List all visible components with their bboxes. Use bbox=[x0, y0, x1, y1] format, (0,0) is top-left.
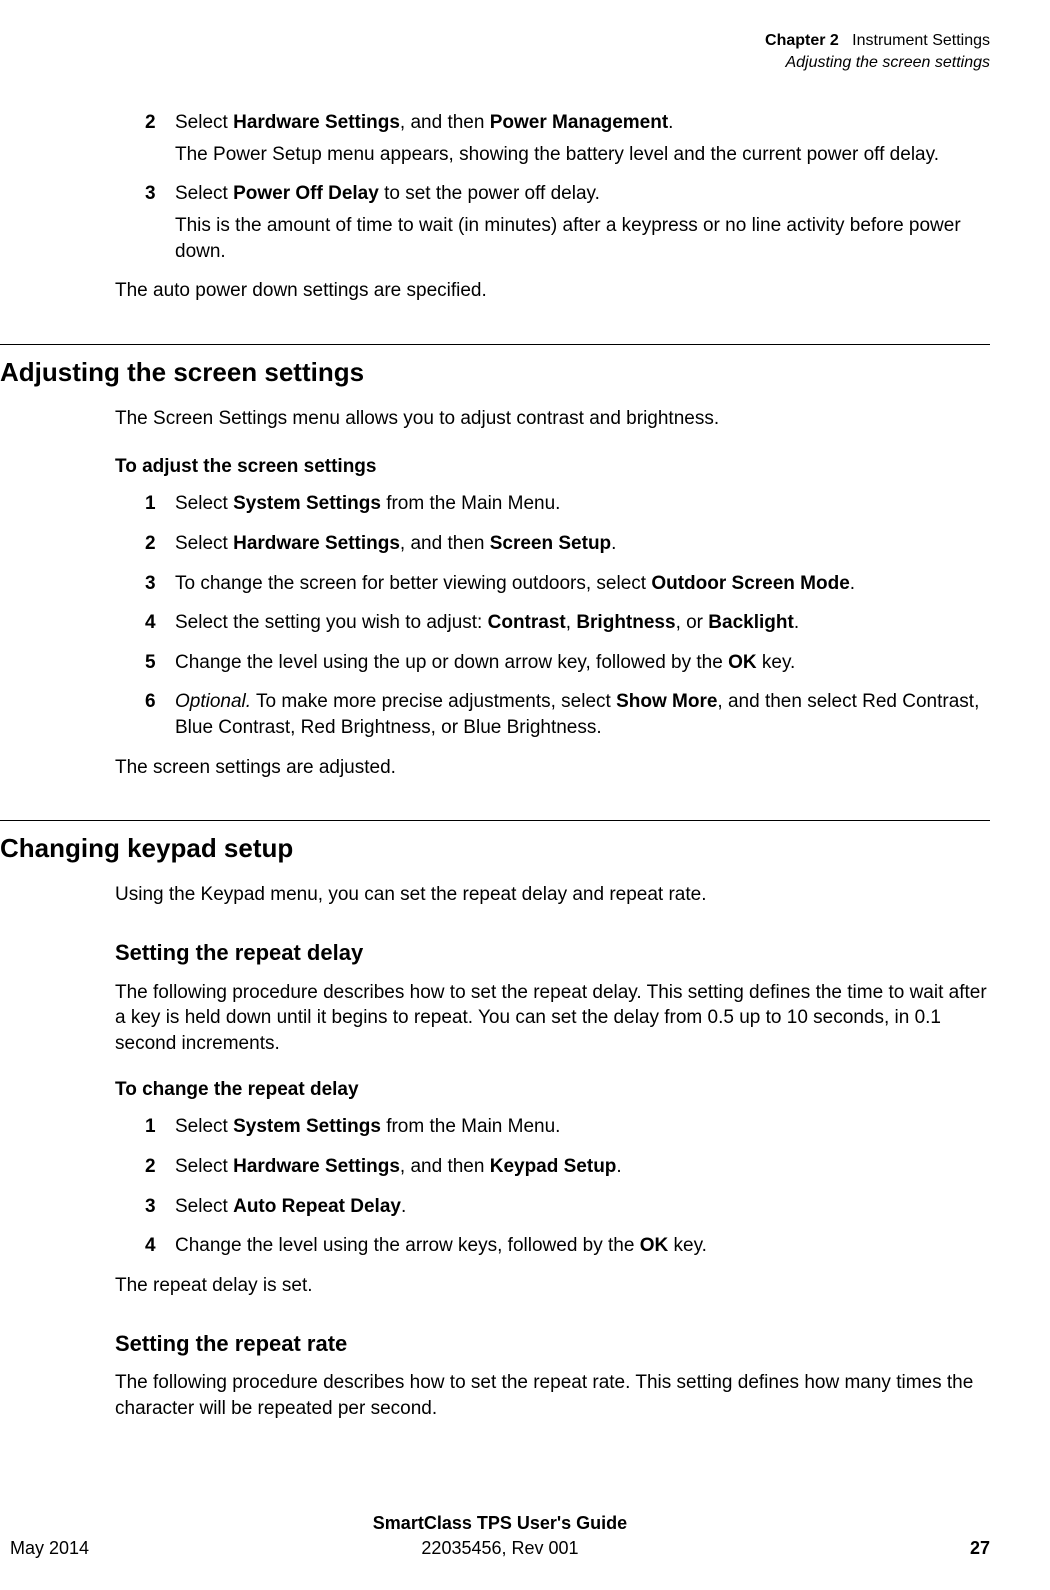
screen-step-6: 6 Optional. To make more precise adjustm… bbox=[175, 689, 990, 740]
step-2: 2 Select Hardware Settings, and then Pow… bbox=[175, 110, 990, 167]
screen-step-4: 4 Select the setting you wish to adjust:… bbox=[175, 610, 990, 636]
footer-title: SmartClass TPS User's Guide bbox=[10, 1511, 990, 1535]
section-intro: Using the Keypad menu, you can set the r… bbox=[115, 882, 990, 908]
keypad-step-3: 3 Select Auto Repeat Delay. bbox=[175, 1194, 990, 1220]
page-footer: SmartClass TPS User's Guide May 2014 220… bbox=[10, 1511, 990, 1560]
keypad-step-4: 4 Change the level using the arrow keys,… bbox=[175, 1233, 990, 1259]
result-text: The auto power down settings are specifi… bbox=[115, 278, 990, 304]
step-sub: The Power Setup menu appears, showing th… bbox=[175, 142, 990, 168]
section-rule bbox=[0, 344, 990, 345]
page-content: 2 Select Hardware Settings, and then Pow… bbox=[0, 100, 990, 1442]
footer-page: 27 bbox=[970, 1536, 990, 1560]
section-heading: Adjusting the screen settings bbox=[0, 355, 990, 390]
page-header: Chapter 2 Instrument Settings Adjusting … bbox=[765, 30, 990, 73]
subsection-heading: Setting the repeat rate bbox=[115, 1329, 990, 1359]
keypad-step-1: 1 Select System Settings from the Main M… bbox=[175, 1114, 990, 1140]
chapter-title bbox=[843, 32, 852, 49]
chapter-title-text: Instrument Settings bbox=[852, 32, 990, 49]
screen-step-5: 5 Change the level using the up or down … bbox=[175, 650, 990, 676]
subsection-intro: The following procedure describes how to… bbox=[115, 1370, 990, 1421]
result-text: The screen settings are adjusted. bbox=[115, 755, 990, 781]
section-intro: The Screen Settings menu allows you to a… bbox=[115, 406, 990, 432]
header-section: Adjusting the screen settings bbox=[765, 52, 990, 74]
footer-date: May 2014 bbox=[10, 1536, 89, 1560]
screen-step-1: 1 Select System Settings from the Main M… bbox=[175, 491, 990, 517]
step-number: 3 bbox=[145, 181, 156, 207]
chapter-label: Chapter 2 bbox=[765, 32, 839, 49]
screen-step-3: 3 To change the screen for better viewin… bbox=[175, 571, 990, 597]
keypad-step-2: 2 Select Hardware Settings, and then Key… bbox=[175, 1154, 990, 1180]
section-heading: Changing keypad setup bbox=[0, 831, 990, 866]
screen-step-2: 2 Select Hardware Settings, and then Scr… bbox=[175, 531, 990, 557]
step-number: 2 bbox=[145, 110, 156, 136]
task-title: To adjust the screen settings bbox=[115, 454, 990, 480]
step-sub: This is the amount of time to wait (in m… bbox=[175, 213, 990, 264]
task-title: To change the repeat delay bbox=[115, 1077, 990, 1103]
result-text: The repeat delay is set. bbox=[115, 1273, 990, 1299]
subsection-intro: The following procedure describes how to… bbox=[115, 980, 990, 1057]
step-3: 3 Select Power Off Delay to set the powe… bbox=[175, 181, 990, 264]
subsection-heading: Setting the repeat delay bbox=[115, 938, 990, 968]
section-rule bbox=[0, 820, 990, 821]
footer-docnum: 22035456, Rev 001 bbox=[421, 1538, 578, 1558]
